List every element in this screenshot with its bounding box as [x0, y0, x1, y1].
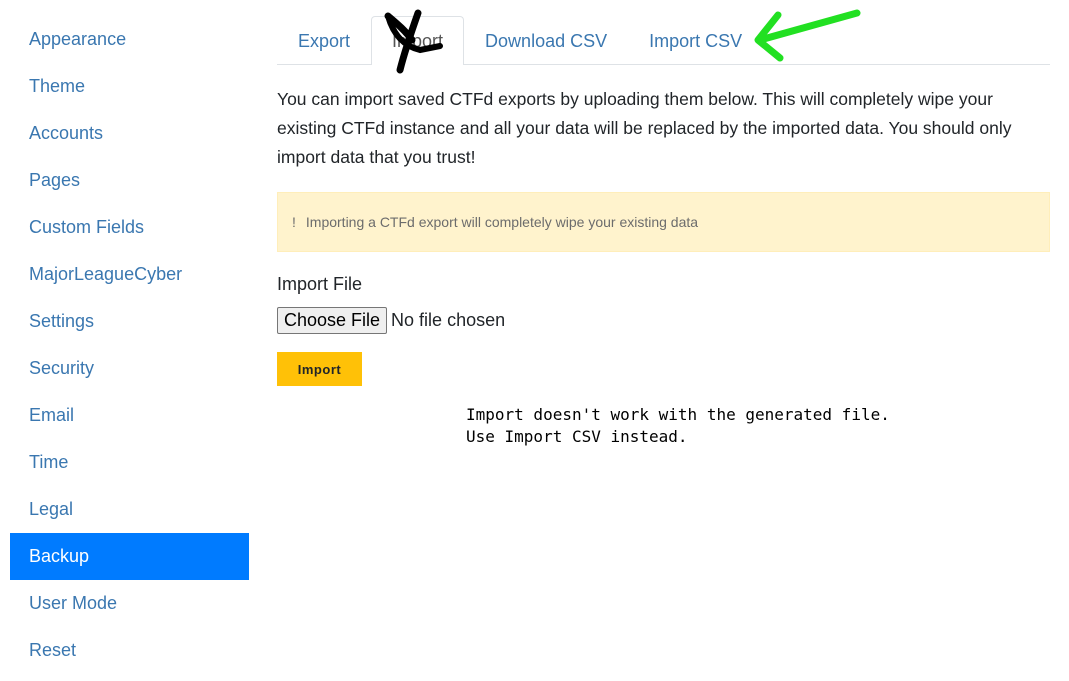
file-status: No file chosen	[391, 310, 506, 330]
tab-export[interactable]: Export	[277, 16, 371, 65]
tab-import-csv[interactable]: Import CSV	[628, 16, 763, 65]
sidebar-item-accounts[interactable]: Accounts	[10, 110, 249, 157]
sidebar-item-user-mode[interactable]: User Mode	[10, 580, 249, 627]
tab-download-csv[interactable]: Download CSV	[464, 16, 628, 65]
choose-file-button[interactable]: Choose File	[277, 307, 388, 334]
tab-import[interactable]: Import	[371, 16, 465, 65]
sidebar-item-majorleaguecyber[interactable]: MajorLeagueCyber	[10, 251, 249, 298]
backup-panel: Export Import Download CSV Import CSV Yo…	[277, 16, 1050, 386]
sidebar-item-custom-fields[interactable]: Custom Fields	[10, 204, 249, 251]
warning-alert: ! Importing a CTFd export will completel…	[277, 192, 1050, 252]
sidebar-item-security[interactable]: Security	[10, 345, 249, 392]
sidebar-item-time[interactable]: Time	[10, 439, 249, 486]
import-button[interactable]: Import	[277, 352, 362, 386]
sidebar-item-email[interactable]: Email	[10, 392, 249, 439]
exclamation-icon: !	[292, 214, 296, 230]
file-input[interactable]: Choose File No file chosen	[277, 307, 1050, 334]
sidebar-item-legal[interactable]: Legal	[10, 486, 249, 533]
warning-text: Importing a CTFd export will completely …	[305, 214, 699, 230]
sidebar-item-theme[interactable]: Theme	[10, 63, 249, 110]
sidebar-item-backup[interactable]: Backup	[10, 533, 249, 580]
sidebar-item-reset[interactable]: Reset	[10, 627, 249, 674]
import-file-label: Import File	[277, 274, 363, 294]
annotation-note: Import doesn't work with the generated f…	[466, 405, 890, 446]
sidebar-item-pages[interactable]: Pages	[10, 157, 249, 204]
import-description: You can import saved CTFd exports by upl…	[277, 89, 1012, 167]
backup-tabs: Export Import Download CSV Import CSV	[277, 16, 1050, 65]
sidebar-item-settings[interactable]: Settings	[10, 298, 249, 345]
sidebar-item-appearance[interactable]: Appearance	[10, 16, 249, 63]
settings-sidebar: Appearance Theme Accounts Pages Custom F…	[10, 16, 249, 674]
